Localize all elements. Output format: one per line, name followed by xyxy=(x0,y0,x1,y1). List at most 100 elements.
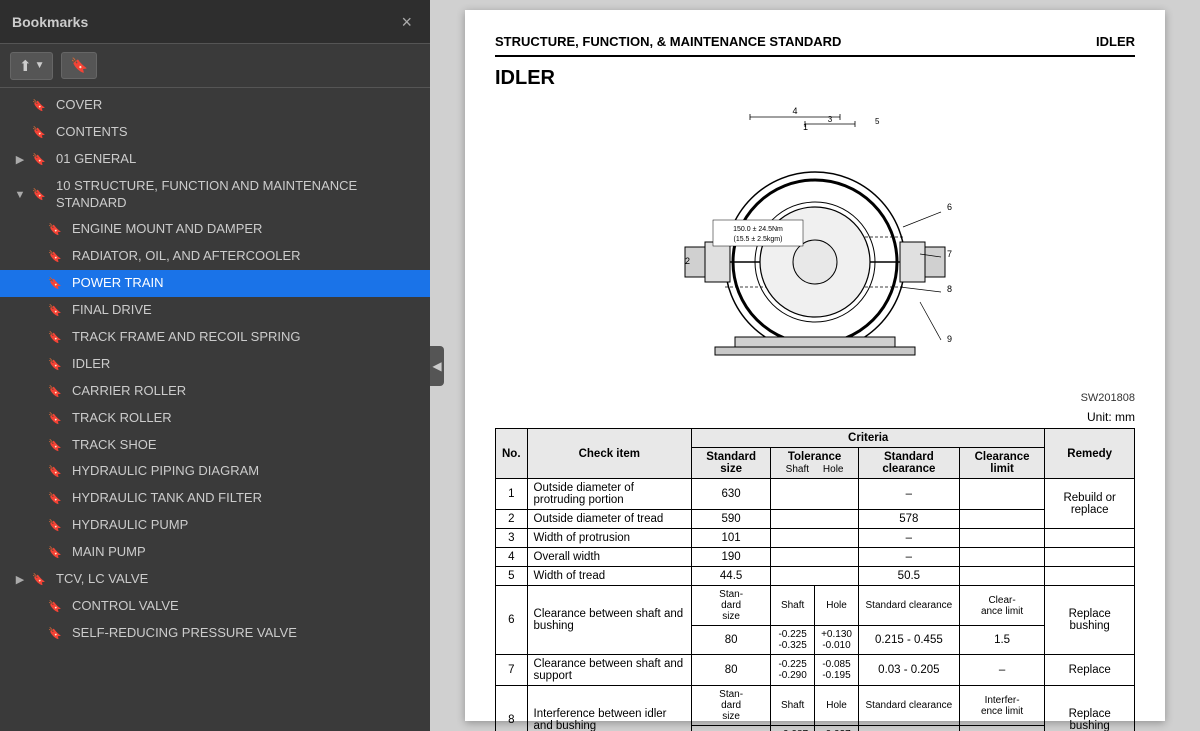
bookmark-item-icon: 🔖 xyxy=(48,304,64,317)
svg-text:4: 4 xyxy=(792,106,797,116)
sidebar-item-hydraulic-pump[interactable]: 🔖 HYDRAULIC PUMP xyxy=(0,512,430,539)
doc-header: STRUCTURE, FUNCTION, & MAINTENANCE STAND… xyxy=(495,34,1135,57)
sidebar-toolbar: ⬆ ▼ 🔖 xyxy=(0,44,430,88)
sidebar-item-label: TRACK SHOE xyxy=(72,437,418,454)
maintenance-table: No. Check item Criteria Remedy Standard … xyxy=(495,428,1135,731)
svg-text:9: 9 xyxy=(947,334,952,344)
sidebar-item-01-general[interactable]: ▶🔖01 GENERAL xyxy=(0,146,430,173)
sidebar-item-label: COVER xyxy=(56,97,418,114)
sidebar-item-label: 10 STRUCTURE, FUNCTION AND MAINTENANCE S… xyxy=(56,178,418,212)
chevron-down-icon: ▼ xyxy=(35,60,45,71)
sidebar-title: Bookmarks xyxy=(12,14,88,30)
sidebar-item-label: SELF-REDUCING PRESSURE VALVE xyxy=(72,625,418,642)
sidebar-item-carrier-roller[interactable]: 🔖CARRIER ROLLER xyxy=(0,378,430,405)
bookmark-item-icon: 🔖 xyxy=(48,331,64,344)
table-row: 4 Overall width 190 – xyxy=(496,548,1135,567)
expand-icon: ▶ xyxy=(12,573,28,586)
expand-icon: ▼ xyxy=(12,189,28,201)
sidebar-item-hydraulic-tank[interactable]: 🔖 HYDRAULIC TANK AND FILTER xyxy=(0,485,430,512)
col-std-clearance: Standard clearance xyxy=(858,448,959,479)
col-tolerance: ToleranceShaft Hole xyxy=(771,448,859,479)
col-check-item: Check item xyxy=(527,429,691,479)
table-row: 7 Clearance between shaft and support 80… xyxy=(496,655,1135,686)
sidebar-item-label: FINAL DRIVE xyxy=(72,302,418,319)
section-title: IDLER xyxy=(495,67,1135,90)
bookmark-item-icon: 🔖 xyxy=(48,519,64,532)
sidebar-item-power-train[interactable]: 🔖POWER TRAIN xyxy=(0,270,430,297)
svg-text:6: 6 xyxy=(947,202,952,212)
svg-text:7: 7 xyxy=(947,249,952,259)
sidebar-item-track-roller[interactable]: 🔖TRACK ROLLER xyxy=(0,405,430,432)
sidebar-item-engine-mount[interactable]: 🔖 ENGINE MOUNT AND DAMPER xyxy=(0,216,430,243)
bookmark-add-button[interactable]: 🔖 xyxy=(61,52,96,79)
sidebar-item-hydraulic-piping[interactable]: 🔖HYDRAULIC PIPING DIAGRAM xyxy=(0,458,430,485)
bookmark-item-icon: 🔖 xyxy=(48,600,64,613)
table-row: 2 Outside diameter of tread 590 578 xyxy=(496,510,1135,529)
sidebar-item-cover[interactable]: 🔖 COVER xyxy=(0,92,430,119)
sidebar-item-label: TRACK FRAME AND RECOIL SPRING xyxy=(72,329,418,346)
sidebar-item-label: MAIN PUMP xyxy=(72,544,418,561)
bookmark-item-icon: 🔖 xyxy=(48,358,64,371)
sidebar-item-contents[interactable]: 🔖 CONTENTS xyxy=(0,119,430,146)
bookmark-item-icon: 🔖 xyxy=(32,126,48,139)
sidebar-item-track-shoe[interactable]: 🔖 TRACK SHOE xyxy=(0,432,430,459)
bookmark-nav-button[interactable]: ⬆ ▼ xyxy=(10,52,53,80)
sidebar-item-label: HYDRAULIC PIPING DIAGRAM xyxy=(72,463,418,480)
svg-text:8: 8 xyxy=(947,284,952,294)
bookmark-item-icon: 🔖 xyxy=(48,439,64,452)
col-no: No. xyxy=(496,429,528,479)
close-button[interactable]: × xyxy=(395,11,418,33)
sidebar: Bookmarks × ⬆ ▼ 🔖 🔖 COVER 🔖 CONTENTS ▶ 🔖 01 GE… xyxy=(0,0,430,731)
sidebar-item-label: 01 GENERAL xyxy=(56,151,418,168)
table-row: 5 Width of tread 44.5 50.5 xyxy=(496,567,1135,586)
svg-text:5: 5 xyxy=(875,117,880,126)
sidebar-item-label: ENGINE MOUNT AND DAMPER xyxy=(72,221,418,238)
sidebar-item-idler[interactable]: 🔖 IDLER xyxy=(0,351,430,378)
bookmark-item-icon: 🔖 xyxy=(48,546,64,559)
col-std-size: Standard size xyxy=(692,448,771,479)
table-row: 3 Width of protrusion 101 – xyxy=(496,529,1135,548)
doc-header-left: STRUCTURE, FUNCTION, & MAINTENANCE STAND… xyxy=(495,34,841,49)
col-remedy: Remedy xyxy=(1045,429,1135,479)
sidebar-item-tcv-lc[interactable]: ▶ 🔖 TCV, LC VALVE xyxy=(0,566,430,593)
sidebar-item-self-reducing[interactable]: 🔖SELF-REDUCING PRESSURE VALVE xyxy=(0,620,430,647)
bookmark-item-icon: 🔖 xyxy=(32,188,48,201)
sidebar-item-label: HYDRAULIC PUMP xyxy=(72,517,418,534)
sidebar-item-track-frame[interactable]: 🔖 TRACK FRAME AND RECOIL SPRING xyxy=(0,324,430,351)
sidebar-item-label: IDLER xyxy=(72,356,418,373)
svg-text:150.0 ± 24.5Nm: 150.0 ± 24.5Nm xyxy=(733,226,783,233)
sidebar-item-final-drive[interactable]: 🔖 FINAL DRIVE xyxy=(0,297,430,324)
bookmark-list: 🔖 COVER 🔖 CONTENTS ▶ 🔖 01 GENERAL ▼ 🔖 10 STRUCTUR… xyxy=(0,88,430,731)
idler-diagram-svg: 4 3 5 xyxy=(655,102,975,382)
sidebar-item-label: CONTENTS xyxy=(56,124,418,141)
cursor-icon: ⬆ xyxy=(19,57,32,75)
bookmark-icon: 🔖 xyxy=(70,57,87,74)
sidebar-item-radiator[interactable]: 🔖 RADIATOR, OIL, AND AFTERCOOLER xyxy=(0,243,430,270)
bookmark-item-icon: 🔖 xyxy=(48,492,64,505)
table-row: 8 Interference between idler and bushing… xyxy=(496,686,1135,726)
svg-text:1: 1 xyxy=(803,122,808,132)
svg-text:2: 2 xyxy=(685,256,690,266)
sidebar-item-label: TCV, LC VALVE xyxy=(56,571,418,588)
col-clearance-limit: Clearance limit xyxy=(959,448,1045,479)
bookmark-item-icon: 🔖 xyxy=(32,153,48,166)
sidebar-item-label: RADIATOR, OIL, AND AFTERCOOLER xyxy=(72,248,418,265)
bookmark-item-icon: 🔖 xyxy=(48,277,64,290)
doc-header-right: IDLER xyxy=(1096,34,1135,49)
bookmark-item-icon: 🔖 xyxy=(48,412,64,425)
bookmark-item-icon: 🔖 xyxy=(32,573,48,586)
sidebar-item-label: HYDRAULIC TANK AND FILTER xyxy=(72,490,418,507)
sidebar-item-10-sfms[interactable]: ▼ 🔖 10 STRUCTURE, FUNCTION AND MAINTENANCE… xyxy=(0,173,430,217)
bookmark-item-icon: 🔖 xyxy=(48,250,64,263)
sidebar-item-label: CONTROL VALVE xyxy=(72,598,418,615)
main-content: STRUCTURE, FUNCTION, & MAINTENANCE STAND… xyxy=(430,0,1200,731)
svg-text:3: 3 xyxy=(828,115,833,124)
collapse-sidebar-button[interactable]: ◀ xyxy=(430,346,444,386)
col-criteria: Criteria xyxy=(692,429,1045,448)
sidebar-item-control-valve[interactable]: 🔖 CONTROL VALVE xyxy=(0,593,430,620)
bookmark-item-icon: 🔖 xyxy=(32,99,48,112)
table-row: 6 Clearance between shaft and bushing St… xyxy=(496,586,1135,626)
idler-figure: 4 3 5 xyxy=(495,102,1135,382)
bookmark-item-icon: 🔖 xyxy=(48,223,64,236)
sidebar-item-main-pump[interactable]: 🔖 MAIN PUMP xyxy=(0,539,430,566)
